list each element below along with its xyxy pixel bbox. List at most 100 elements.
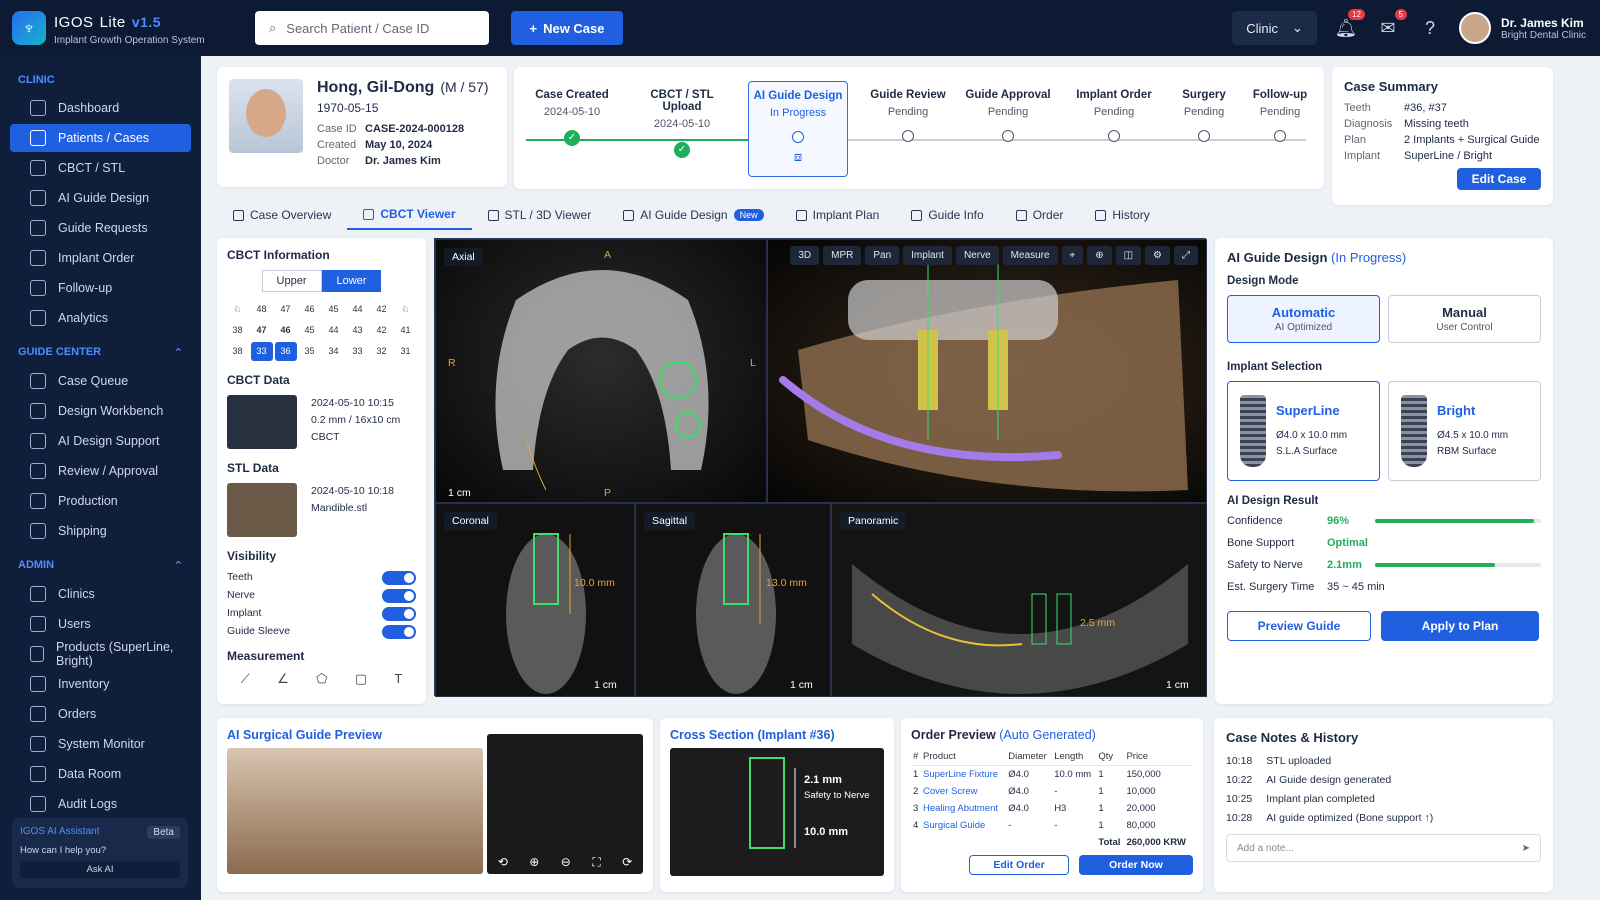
product-link[interactable]: Surgical Guide [921,817,1006,834]
tooth-cell[interactable]: 44 [323,321,345,340]
tooth-cell[interactable]: 47 [275,300,297,319]
tab-ai-guide-design[interactable]: AI Guide Design New [607,200,779,230]
send-icon[interactable]: ➤ [1522,843,1530,854]
sidebar-item-shipping[interactable]: Shipping [10,517,191,545]
sidebar-item-orders[interactable]: Orders [10,700,191,728]
sidebar-item-design-workbench[interactable]: Design Workbench [10,397,191,425]
sidebar-item-ai-design-support[interactable]: AI Design Support [10,427,191,455]
sidebar-item-follow-up[interactable]: Follow-up [10,274,191,302]
tooth-cell[interactable]: 45 [299,321,321,340]
message-icon[interactable]: ✉ 5 [1375,9,1407,41]
upper-arch-button[interactable]: Upper [261,270,322,292]
tab-guide-info[interactable]: Guide Info [895,200,999,230]
new-case-button[interactable]: + New Case [511,11,623,45]
tooth-cell[interactable]: 33 [250,342,273,361]
guide-axial-image[interactable]: ⟲ ⊕ ⊖ ⛶ ⟳ [487,734,643,874]
coronal-pane[interactable]: Coronal 10.0 mm 1 cm [435,503,635,697]
sidebar-item-audit-logs[interactable]: Audit Logs [10,790,191,818]
sidebar-item-data-room[interactable]: Data Room [10,760,191,788]
help-icon[interactable]: ? [1417,15,1443,41]
tooth-cell[interactable]: 32 [371,342,393,361]
viewer-tool-mpr[interactable]: MPR [823,246,862,265]
sidebar-item-production[interactable]: Production [10,487,191,515]
automatic-mode-button[interactable]: Automatic AI Optimized [1227,295,1380,343]
viewer-tool-nerve[interactable]: Nerve [955,246,999,265]
edit-case-button[interactable]: Edit Case [1457,168,1541,190]
area-icon[interactable]: ⬠ [316,671,327,687]
tab-cbct-viewer[interactable]: CBCT Viewer [347,200,472,230]
zoom-icon[interactable]: ⊕ [1087,246,1112,265]
sidebar-item-inventory[interactable]: Inventory [10,670,191,698]
viewer-tool-measure[interactable]: Measure [1002,246,1058,265]
tooth-cell[interactable]: 34 [323,342,345,361]
cbct-viewer[interactable]: Axial A P R L 1 cm 3D MPR Pan Implant Nerve M… [434,238,1207,697]
lower-arch-button[interactable]: Lower [321,270,382,292]
step-implant-order[interactable]: Implant Order Pending [1064,89,1164,142]
tooth-cell[interactable]: 42 [371,321,393,340]
rotate-icon[interactable]: ⟲ [498,855,508,870]
sidebar-item-dashboard[interactable]: Dashboard [10,94,191,122]
sidebar-item-implant-order[interactable]: Implant Order [10,244,191,272]
viewer-tool-3d[interactable]: 3D [790,246,820,265]
tooth-cell[interactable]: 46 [299,300,321,319]
product-link[interactable]: Healing Abutment [921,800,1006,817]
visibility-toggle[interactable] [382,625,416,639]
fullscreen-icon[interactable]: ⤢ [1174,246,1198,265]
add-note-input[interactable]: Add a note... ➤ [1226,834,1541,862]
step-ai-guide-design[interactable]: AI Guide Design In Progress ⧈ [748,81,848,177]
app-logo[interactable]: ♆ IGOS Lite v1.5 Implant Growth Operatio… [0,10,205,46]
bell-icon[interactable]: 🔔︎ 12 [1333,9,1365,41]
tooth-cell[interactable]: 33 [347,342,369,361]
sidebar-item-users[interactable]: Users [10,610,191,638]
manual-mode-button[interactable]: Manual User Control [1388,295,1541,343]
step-cbct-stl-upload[interactable]: CBCT / STL Upload 2024-05-10 ✓ [632,89,732,158]
step-guide-approval[interactable]: Guide Approval Pending [958,89,1058,142]
tooth-cell[interactable]: 31 [395,342,417,361]
fit-icon[interactable]: ⛶ [592,855,600,870]
box-icon[interactable]: ▢ [355,671,367,687]
tooth-cell[interactable]: 43 [347,321,369,340]
zoom-in-icon[interactable]: ⊕ [529,855,539,870]
tab-stl-3d-viewer[interactable]: STL / 3D Viewer [472,200,608,230]
preview-guide-button[interactable]: Preview Guide [1227,611,1371,641]
user-menu[interactable]: Dr. James Kim Bright Dental Clinic [1458,12,1586,44]
3d-pane[interactable]: 3D MPR Pan Implant Nerve Measure ⌖ ⊕ ◫ ⚙ ⤢ [767,239,1207,503]
panoramic-label[interactable]: Panoramic [840,512,907,530]
sidebar-item-patients-cases[interactable]: Patients / Cases [10,124,191,152]
step-case-created[interactable]: Case Created 2024-05-10 ✓ [522,89,622,146]
tooth-cell[interactable]: 35 [299,342,321,361]
visibility-toggle[interactable] [382,589,416,603]
settings-icon[interactable]: ⚙ [1145,246,1170,265]
visibility-toggle[interactable] [382,607,416,621]
sidebar-section-guide[interactable]: GUIDE CENTER ⌃ [0,334,201,365]
visibility-toggle[interactable] [382,571,416,585]
sidebar-section-admin[interactable]: ADMIN ⌃ [0,547,201,578]
tooth-cell[interactable]: 42 [371,300,393,319]
cbct-thumbnail[interactable] [227,395,297,449]
guide-3d-image[interactable] [227,748,483,874]
product-link[interactable]: Cover Screw [921,783,1006,800]
tooth-cell[interactable]: 48 [251,300,273,319]
reset-icon[interactable]: ⟳ [622,855,632,870]
ruler-icon[interactable]: ⟋ [241,671,250,687]
product-link[interactable]: SuperLine Fixture [921,766,1006,784]
text-icon[interactable]: T [394,671,402,687]
axial-pane[interactable]: Axial A P R L 1 cm [435,239,767,503]
sidebar-item-ai-guide-design[interactable]: AI Guide Design [10,184,191,212]
apply-to-plan-button[interactable]: Apply to Plan [1381,611,1539,641]
zoom-out-icon[interactable]: ⊖ [561,855,571,870]
sidebar-item-clinics[interactable]: Clinics [10,580,191,608]
tooth-cell[interactable]: 45 [323,300,345,319]
step-guide-review[interactable]: Guide Review Pending [858,89,958,142]
panoramic-pane[interactable]: Panoramic 2.5 mm 1 cm [831,503,1207,697]
order-now-button[interactable]: Order Now [1079,855,1193,875]
tooth-cell[interactable]: 38 [227,342,249,361]
viewer-tool-implant[interactable]: Implant [903,246,952,265]
camera-icon[interactable]: ◫ [1115,246,1142,265]
tooth-cell[interactable]: 36 [274,342,297,361]
edit-order-button[interactable]: Edit Order [969,855,1069,875]
cross-section-image[interactable]: 2.1 mm Safety to Nerve 10.0 mm [670,748,884,876]
tab-case-overview[interactable]: Case Overview [217,200,347,230]
stl-thumbnail[interactable] [227,483,297,537]
tooth-cell[interactable]: 38 [227,321,249,340]
